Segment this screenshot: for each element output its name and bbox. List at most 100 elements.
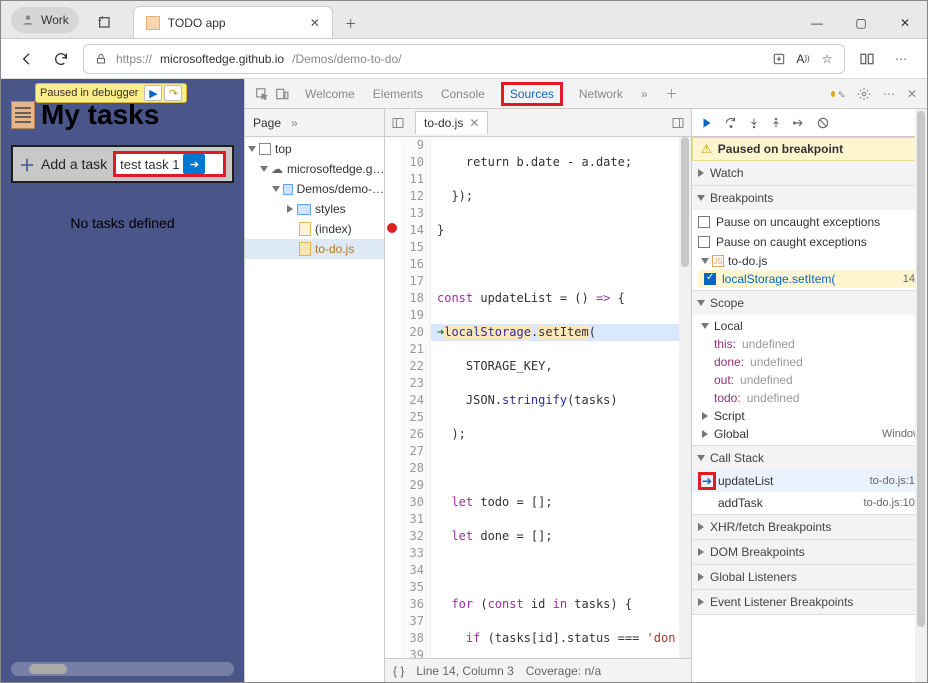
debugger-sidebar: ⚠ Paused on breakpoint Watch Breakpoints… — [692, 109, 927, 682]
debugger-toolbar — [692, 109, 927, 137]
line-number-gutter: 9101112131415161718192021222324252627282… — [401, 137, 431, 658]
coverage-status: Coverage: n/a — [526, 664, 601, 678]
section-breakpoints[interactable]: Breakpoints — [692, 186, 927, 210]
close-button[interactable]: ✕ — [883, 8, 927, 38]
plus-icon: ＋ — [19, 152, 35, 176]
profile-pill[interactable]: Work — [11, 7, 79, 33]
source-editor: to-do.js ✕ 91011121314151617181920212223… — [385, 109, 692, 682]
navigator-overflow-icon[interactable]: » — [291, 116, 298, 130]
collections-icon[interactable] — [855, 47, 879, 71]
code-area[interactable]: 9101112131415161718192021222324252627282… — [385, 137, 691, 658]
read-aloud-icon[interactable]: A)) — [796, 52, 810, 66]
back-button[interactable] — [15, 47, 39, 71]
tab-welcome[interactable]: Welcome — [303, 81, 357, 107]
section-dom[interactable]: DOM Breakpoints — [692, 540, 927, 564]
clipboard-icon — [11, 101, 35, 129]
pause-uncaught-checkbox[interactable]: Pause on uncaught exceptions — [698, 212, 921, 232]
step-over-icon[interactable] — [724, 116, 738, 130]
editor-overflow-icon[interactable] — [671, 116, 685, 130]
device-icon[interactable] — [275, 87, 289, 101]
callstack-frame[interactable]: addTaskto-do.js:100 — [692, 492, 927, 514]
url-host: microsoftedge.github.io — [160, 52, 284, 66]
devtools-panel: Welcome Elements Console Sources Network… — [244, 79, 927, 682]
refresh-button[interactable] — [49, 47, 73, 71]
page-h-scrollbar[interactable] — [11, 662, 234, 676]
tabs-overflow-icon[interactable]: » — [639, 81, 650, 107]
browser-menu-icon[interactable]: ⋯ — [889, 47, 913, 71]
file-icon — [299, 222, 311, 236]
navigator-tree[interactable]: top ☁microsoftedge.g… Demos/demo-… style… — [245, 137, 384, 682]
maximize-button[interactable]: ▢ — [839, 8, 883, 38]
devtools-close-icon[interactable]: ✕ — [907, 87, 917, 101]
frame-icon — [259, 143, 271, 155]
callstack-frame[interactable]: ➔updateListto-do.js:14 — [692, 470, 927, 492]
close-icon[interactable]: ✕ — [469, 116, 479, 130]
section-event-listeners[interactable]: Event Listener Breakpoints — [692, 590, 927, 614]
step-into-icon[interactable] — [748, 116, 760, 130]
overlay-step-icon[interactable]: ↷ — [164, 85, 182, 101]
tab-title: TODO app — [168, 16, 226, 30]
breakpoint-marker[interactable] — [387, 223, 397, 233]
folder-icon — [283, 184, 293, 195]
browser-tab[interactable]: TODO app ✕ — [133, 6, 333, 38]
breakpoint-gutter[interactable] — [385, 137, 401, 658]
deactivate-breakpoints-icon[interactable] — [816, 116, 830, 130]
devtools-menu-icon[interactable]: ⋯ — [883, 87, 895, 101]
minimize-button[interactable]: — — [795, 8, 839, 38]
tab-elements[interactable]: Elements — [371, 81, 425, 107]
page-header: My tasks — [11, 99, 234, 131]
lock-icon — [94, 52, 108, 66]
cursor-position: Line 14, Column 3 — [416, 664, 513, 678]
issues-icon[interactable] — [831, 87, 845, 101]
url-path: /Demos/demo-to-do/ — [292, 52, 401, 66]
devtools-tabs: Welcome Elements Console Sources Network… — [245, 79, 927, 109]
add-task-label: Add a task — [41, 156, 107, 172]
favorite-icon[interactable]: ☆ — [820, 52, 834, 66]
breakpoint-item[interactable]: localStorage.setItem(14 — [698, 270, 921, 288]
new-tab-button[interactable]: ＋ — [333, 8, 369, 38]
current-frame-icon: ➔ — [698, 472, 716, 490]
page-viewport: Paused in debugger ▶ ↷ My tasks ＋ Add a … — [1, 79, 244, 682]
app-available-icon[interactable] — [772, 52, 786, 66]
paused-banner: ⚠ Paused on breakpoint — [692, 137, 927, 161]
nav-toggle-icon[interactable] — [391, 116, 405, 130]
add-tab-icon[interactable]: ＋ — [664, 79, 680, 108]
add-task-form: ＋ Add a task test task 1 ➔ — [11, 145, 234, 183]
user-icon — [21, 13, 35, 27]
resume-icon[interactable] — [700, 116, 714, 130]
debugger-v-scrollbar[interactable] — [915, 109, 927, 682]
page-favicon — [146, 16, 160, 30]
section-xhr[interactable]: XHR/fetch Breakpoints — [692, 515, 927, 539]
breakpoint-file[interactable]: JSto-do.js — [698, 252, 921, 270]
tab-sources[interactable]: Sources — [501, 82, 563, 106]
js-badge-icon: JS — [712, 255, 724, 267]
paused-overlay: Paused in debugger ▶ ↷ — [35, 83, 187, 103]
navigator-tab-page[interactable]: Page — [253, 116, 281, 130]
workspaces-icon[interactable] — [87, 8, 123, 38]
pause-caught-checkbox[interactable]: Pause on caught exceptions — [698, 232, 921, 252]
step-out-icon[interactable] — [770, 116, 782, 130]
overlay-resume-icon[interactable]: ▶ — [144, 85, 162, 101]
profile-label: Work — [41, 13, 69, 27]
task-input[interactable]: test task 1 ➔ — [113, 151, 226, 177]
folder-icon — [297, 204, 311, 215]
section-scope[interactable]: Scope — [692, 291, 927, 315]
submit-button[interactable]: ➔ — [183, 154, 205, 174]
section-watch[interactable]: Watch — [692, 161, 927, 185]
close-icon[interactable]: ✕ — [310, 16, 320, 30]
sources-navigator: Page » top ☁microsoftedge.g… Demos/demo-… — [245, 109, 385, 682]
section-global-listeners[interactable]: Global Listeners — [692, 565, 927, 589]
pretty-print-icon[interactable]: { } — [393, 664, 404, 678]
settings-icon[interactable] — [857, 87, 871, 101]
step-icon[interactable] — [792, 116, 806, 130]
editor-file-tab[interactable]: to-do.js ✕ — [415, 111, 488, 134]
url-field[interactable]: https://microsoftedge.github.io/Demos/de… — [83, 44, 845, 74]
paused-label: Paused in debugger — [40, 87, 138, 99]
editor-v-scrollbar[interactable] — [679, 137, 691, 658]
tab-console[interactable]: Console — [439, 81, 487, 107]
cloud-icon: ☁ — [271, 162, 283, 176]
section-callstack[interactable]: Call Stack — [692, 446, 927, 470]
warning-icon: ⚠ — [701, 142, 712, 156]
tab-network[interactable]: Network — [577, 81, 625, 107]
inspect-icon[interactable] — [255, 87, 269, 101]
